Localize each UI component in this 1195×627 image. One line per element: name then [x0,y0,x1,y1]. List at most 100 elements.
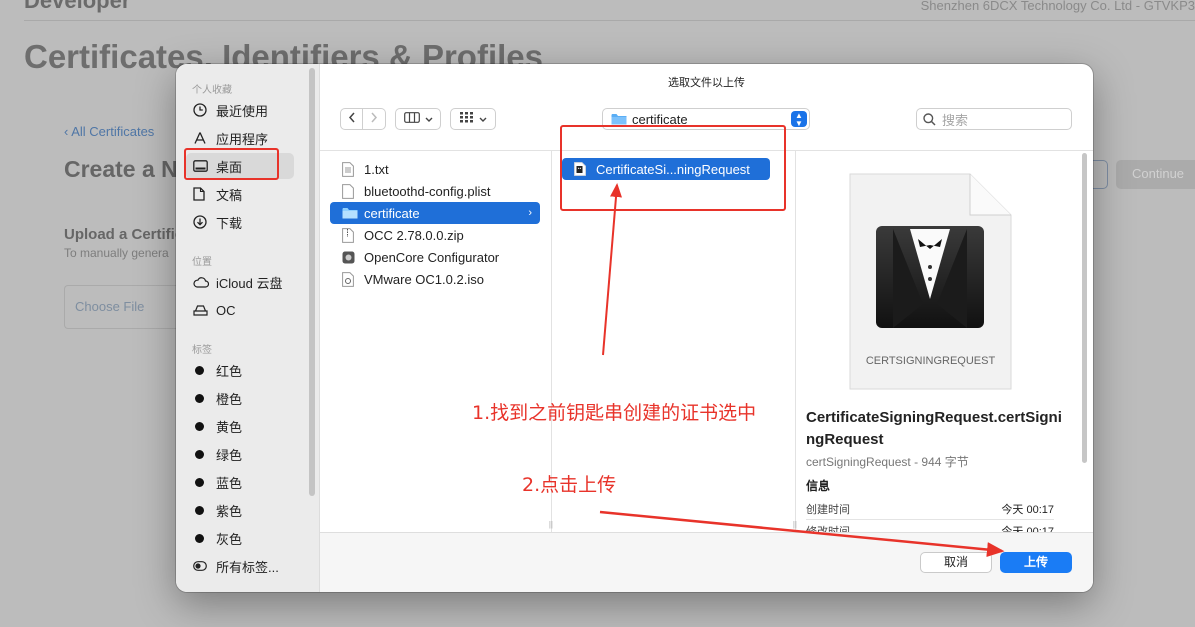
file-name: VMware OC1.0.2.iso [364,271,484,287]
upload-button[interactable]: 上传 [1000,552,1072,573]
cloud-icon [193,276,213,288]
sidebar-item-tag-yellow[interactable]: 黄色 [186,413,294,439]
iso-file-icon [342,271,360,287]
folder-icon [611,113,627,125]
tag-dot-icon [193,477,213,487]
back-button[interactable] [340,108,363,130]
file-row-selected[interactable]: CertificateSi...ningRequest [562,158,770,180]
sidebar-item-desktop[interactable]: 桌面 [186,153,294,179]
sidebar-item-label: 紫色 [216,503,243,519]
csr-file-icon [574,162,592,176]
sidebar-section-locations: 位置 [192,257,212,268]
view-mode-button[interactable] [395,108,441,130]
download-icon [193,215,213,229]
dialog-footer: 取消 上传 [320,532,1093,592]
stepper-icon: ▲ ▼ [791,111,807,128]
file-row[interactable]: 1.txt [330,158,540,180]
sidebar-section-tags: 标签 [192,345,212,356]
sidebar-item-oc[interactable]: OC [186,297,294,323]
thumbnail-badge: CERTSIGNINGREQUEST [865,355,996,367]
desktop-column: 1.txt bluetoothd-config.plist certificat… [320,151,553,533]
sidebar-section-favorites: 个人收藏 [192,85,232,96]
continue-button[interactable]: Continue [1116,160,1195,189]
sidebar-item-applications[interactable]: 应用程序 [186,125,294,151]
sidebar-item-label: 绿色 [216,447,243,463]
file-row[interactable]: OCC 2.78.0.0.zip [330,224,540,246]
disk-icon [193,304,213,316]
team-name: Shenzhen 6DCX Technology Co. Ltd - GTVKP… [920,0,1195,13]
sidebar-item-label: 应用程序 [216,131,269,147]
sidebar-item-documents[interactable]: 文稿 [186,181,294,207]
developer-brand: Developer [24,0,131,13]
file-name: certificate [364,205,420,221]
folder-icon [342,207,360,219]
zip-file-icon [342,227,360,243]
chevron-right-icon [370,112,378,126]
upload-description: To manually genera [64,246,169,260]
file-picker-dialog: 个人收藏 最近使用 应用程序 桌面 文稿 下载 位置 iCloud 云盘 OC … [176,64,1093,592]
preview-scrollbar[interactable] [1082,153,1087,463]
document-icon [193,187,213,201]
preview-file-name: CertificateSigningRequest.certSigningReq… [806,409,1062,448]
app-icon [342,251,360,264]
file-name: OpenCore Configurator [364,249,500,265]
tag-dot-icon [193,533,213,543]
sidebar-item-label: 橙色 [216,391,243,407]
file-row-selected[interactable]: certificate › [330,202,540,224]
sidebar-item-tag-orange[interactable]: 橙色 [186,385,294,411]
sidebar-scrollbar[interactable] [309,68,315,496]
file-row[interactable]: bluetoothd-config.plist [330,180,540,202]
info-heading: 信息 [806,479,831,493]
chevron-right-icon: › [528,207,532,219]
sidebar: 个人收藏 最近使用 应用程序 桌面 文稿 下载 位置 iCloud 云盘 OC … [176,64,320,592]
all-tags-icon [193,561,213,571]
plist-file-icon [342,183,360,199]
file-name: bluetoothd-config.plist [364,183,491,199]
applications-icon [193,131,213,145]
folder-popup[interactable]: certificate ▲ ▼ [602,108,810,130]
search-input[interactable]: 搜索 [916,108,1072,130]
file-name: CertificateSi...ningRequest [596,161,750,177]
dialog-title: 选取文件以上传 [668,77,745,89]
sidebar-item-tag-red[interactable]: 红色 [186,357,294,383]
sidebar-item-label: 下载 [216,215,243,231]
desktop-icon [193,160,213,172]
cancel-button[interactable]: 取消 [920,552,992,573]
file-name: 1.txt [364,161,389,177]
tag-dot-icon [193,393,213,403]
sidebar-item-all-tags[interactable]: 所有标签... [186,553,294,579]
sidebar-item-tag-purple[interactable]: 紫色 [186,497,294,523]
preview-file-meta: certSigningRequest - 944 字节 [806,455,969,469]
clock-icon [193,103,213,117]
all-certificates-link[interactable]: ‹ All Certificates [64,124,154,139]
file-row[interactable]: VMware OC1.0.2.iso [330,268,540,290]
sidebar-item-tag-gray[interactable]: 灰色 [186,525,294,551]
search-icon [923,112,936,126]
sidebar-item-downloads[interactable]: 下载 [186,209,294,235]
search-placeholder: 搜索 [942,112,969,128]
forward-button[interactable] [363,108,386,130]
chevron-left-icon [348,112,356,126]
sidebar-item-label: 最近使用 [216,103,269,119]
file-name: OCC 2.78.0.0.zip [364,227,464,243]
sidebar-item-recents[interactable]: 最近使用 [186,97,294,123]
sidebar-item-label: 所有标签... [216,559,279,575]
sidebar-item-tag-blue[interactable]: 蓝色 [186,469,294,495]
header-divider [24,20,1195,21]
file-row[interactable]: OpenCore Configurator [330,246,540,268]
sidebar-item-tag-green[interactable]: 绿色 [186,441,294,467]
chevron-down-icon [425,112,433,126]
info-value: 今天 00:17 [1001,504,1054,516]
sidebar-item-icloud[interactable]: iCloud 云盘 [186,269,294,295]
info-divider [806,519,1054,520]
grid-icon [459,112,474,126]
choose-file-button[interactable]: Choose File [64,285,184,329]
tag-dot-icon [193,365,213,375]
columns-view-icon [403,112,420,126]
sidebar-item-label: iCloud 云盘 [216,275,283,291]
info-label: 创建时间 [806,504,850,516]
sidebar-item-label: 文稿 [216,187,243,203]
group-button[interactable] [450,108,496,130]
sidebar-item-label: 灰色 [216,531,243,547]
toolbar: certificate ▲ ▼ 搜索 [320,102,1093,136]
